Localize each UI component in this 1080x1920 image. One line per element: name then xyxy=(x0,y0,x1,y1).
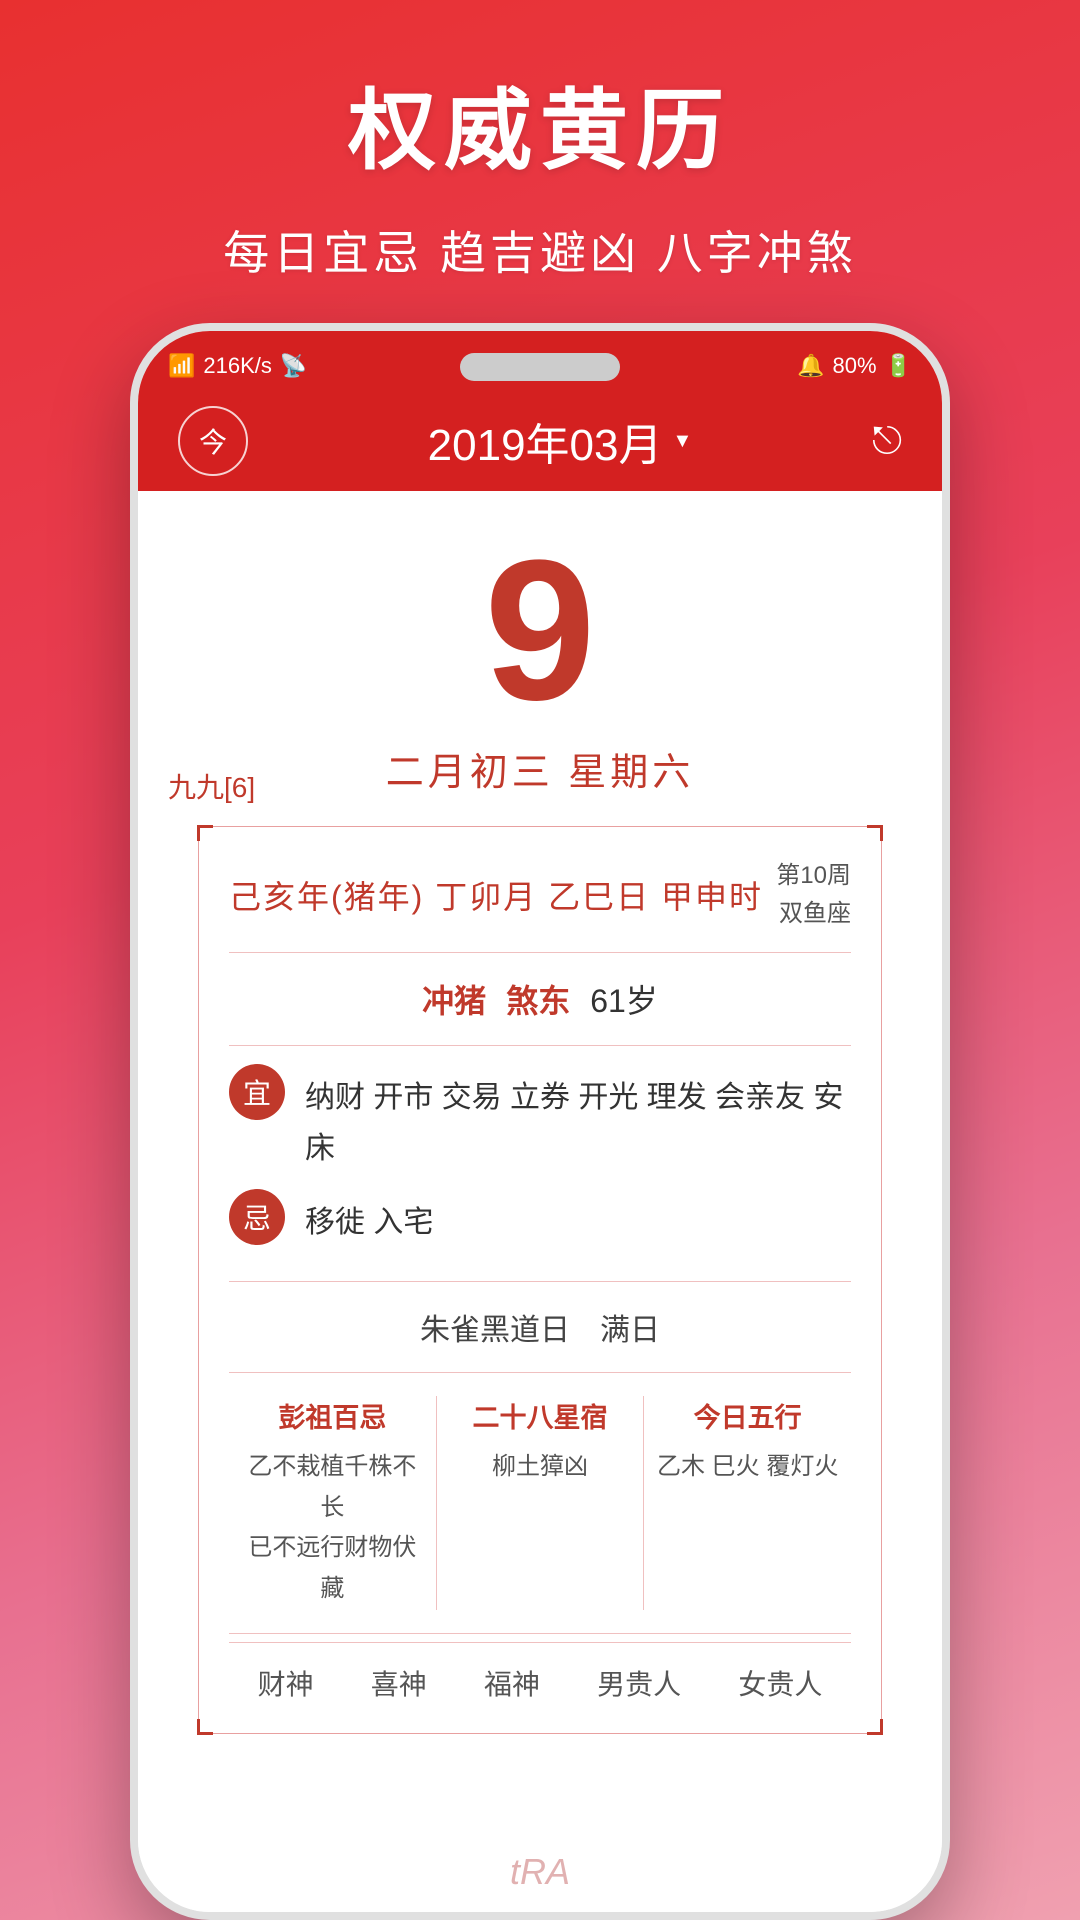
chong-row: 冲猪 煞东 61岁 xyxy=(229,961,851,1037)
bottom-grid: 彭祖百忌 乙不栽植千株不长已不远行财物伏藏 二十八星宿 柳土獐凶 今日五行 乙木… xyxy=(229,1381,851,1625)
top-section: 权威黄历 每日宜忌 趋吉避凶 八字冲煞 xyxy=(0,0,1080,283)
watermark: tRA xyxy=(510,1851,570,1893)
speed-text: 216K/s xyxy=(203,353,272,379)
jiu-label: 九九[6] xyxy=(168,766,255,806)
dropdown-arrow: ▼ xyxy=(672,430,692,453)
corner-tr xyxy=(867,825,883,841)
age-text: 61岁 xyxy=(590,976,658,1022)
detail-card: 己亥年(猪年) 丁卯月 乙巳日 甲申时 第10周 双鱼座 冲猪 煞东 61岁 宜 xyxy=(198,826,882,1734)
speaker xyxy=(460,353,620,381)
calendar-content: 9 二月初三 星期六 九九[6] 己亥年(猪年) 丁卯月 乙巳日 甲申时 第10… xyxy=(138,491,942,1832)
xingsu-text: 柳土獐凶 xyxy=(492,1447,588,1488)
status-left: 📶 216K/s 📡 xyxy=(168,353,307,379)
black-day-row: 朱雀黑道日 满日 xyxy=(229,1290,851,1364)
status-right: 🔔 80% 🔋 xyxy=(797,353,912,379)
month-title[interactable]: 2019年03月 ▼ xyxy=(428,409,693,473)
detail-section: 九九[6] 己亥年(猪年) 丁卯月 乙巳日 甲申时 第10周 双鱼座 冲猪 煞东 xyxy=(168,816,912,1754)
ji-row: 忌 移徙 入宅 xyxy=(229,1189,851,1248)
corner-bl xyxy=(197,1719,213,1735)
date-display: 9 二月初三 星期六 xyxy=(138,491,942,816)
signal-icon: 📶 xyxy=(168,353,195,379)
ji-badge: 忌 xyxy=(229,1189,285,1245)
yi-text: 纳财 开市 交易 立券 开光 理发 会亲友 安床 xyxy=(305,1064,851,1174)
pengzu-text: 乙不栽植千株不长已不远行财物伏藏 xyxy=(239,1447,426,1610)
today-button[interactable]: 今 xyxy=(178,406,248,476)
footer-nvguiren: 女贵人 xyxy=(738,1663,822,1703)
corner-tl xyxy=(197,825,213,841)
battery-percent: 80% xyxy=(833,353,877,379)
ganzhi-row: 己亥年(猪年) 丁卯月 乙巳日 甲申时 第10周 双鱼座 xyxy=(229,847,851,944)
lunar-date: 二月初三 星期六 xyxy=(386,741,695,796)
phone-mockup: 📶 216K/s 📡 16:17 🔔 80% 🔋 今 2019年03月 ▼ ⎋ … xyxy=(130,323,950,1920)
yi-ji-section: 宜 纳财 开市 交易 立券 开光 理发 会亲友 安床 忌 移徙 入宅 xyxy=(229,1054,851,1273)
main-title: 权威黄历 xyxy=(348,60,732,187)
black-day-2: 满日 xyxy=(600,1305,660,1349)
month-text: 2019年03月 xyxy=(428,409,663,473)
battery-icon: 🔋 xyxy=(885,353,912,379)
footer-row: 财神 喜神 福神 男贵人 女贵人 xyxy=(229,1642,851,1713)
pengzu-col: 彭祖百忌 乙不栽植千株不长已不远行财物伏藏 xyxy=(229,1396,437,1610)
footer-fushen: 福神 xyxy=(484,1663,540,1703)
black-day-1: 朱雀黑道日 xyxy=(420,1305,570,1349)
xingsu-col: 二十八星宿 柳土獐凶 xyxy=(437,1396,645,1610)
subtitle: 每日宜忌 趋吉避凶 八字冲煞 xyxy=(223,217,857,283)
alarm-icon: 🔔 xyxy=(797,353,824,379)
ganzhi-main: 己亥年(猪年) 丁卯月 乙巳日 甲申时 xyxy=(229,872,763,918)
yi-badge: 宜 xyxy=(229,1064,285,1120)
week-text: 第10周 xyxy=(776,857,851,895)
divider-5 xyxy=(229,1633,851,1634)
app-header: 今 2019年03月 ▼ ⎋ xyxy=(138,391,942,491)
wuxing-text: 乙木 巳火 覆灯火 xyxy=(657,1447,838,1488)
divider-4 xyxy=(229,1372,851,1373)
divider-3 xyxy=(229,1281,851,1282)
big-day-number: 9 xyxy=(484,531,595,731)
wifi-icon: 📡 xyxy=(280,353,307,379)
pengzu-title: 彭祖百忌 xyxy=(278,1396,386,1435)
footer-caishen: 财神 xyxy=(258,1663,314,1703)
ji-text: 移徙 入宅 xyxy=(305,1189,433,1248)
divider-2 xyxy=(229,1045,851,1046)
footer-nanguiren: 男贵人 xyxy=(597,1663,681,1703)
share-button[interactable]: ⎋ xyxy=(872,420,902,463)
footer-xishen: 喜神 xyxy=(371,1663,427,1703)
chong-label: 冲猪 xyxy=(422,976,486,1022)
zodiac-text: 双鱼座 xyxy=(776,895,851,933)
sha-label: 煞东 xyxy=(506,976,570,1022)
wuxing-title: 今日五行 xyxy=(694,1396,802,1435)
xingsu-title: 二十八星宿 xyxy=(473,1396,608,1435)
divider-1 xyxy=(229,952,851,953)
ganzhi-sub: 第10周 双鱼座 xyxy=(776,857,851,934)
app-bottom: tRA xyxy=(138,1832,942,1912)
wuxing-col: 今日五行 乙木 巳火 覆灯火 xyxy=(644,1396,851,1610)
yi-row: 宜 纳财 开市 交易 立券 开光 理发 会亲友 安床 xyxy=(229,1064,851,1174)
corner-br xyxy=(867,1719,883,1735)
